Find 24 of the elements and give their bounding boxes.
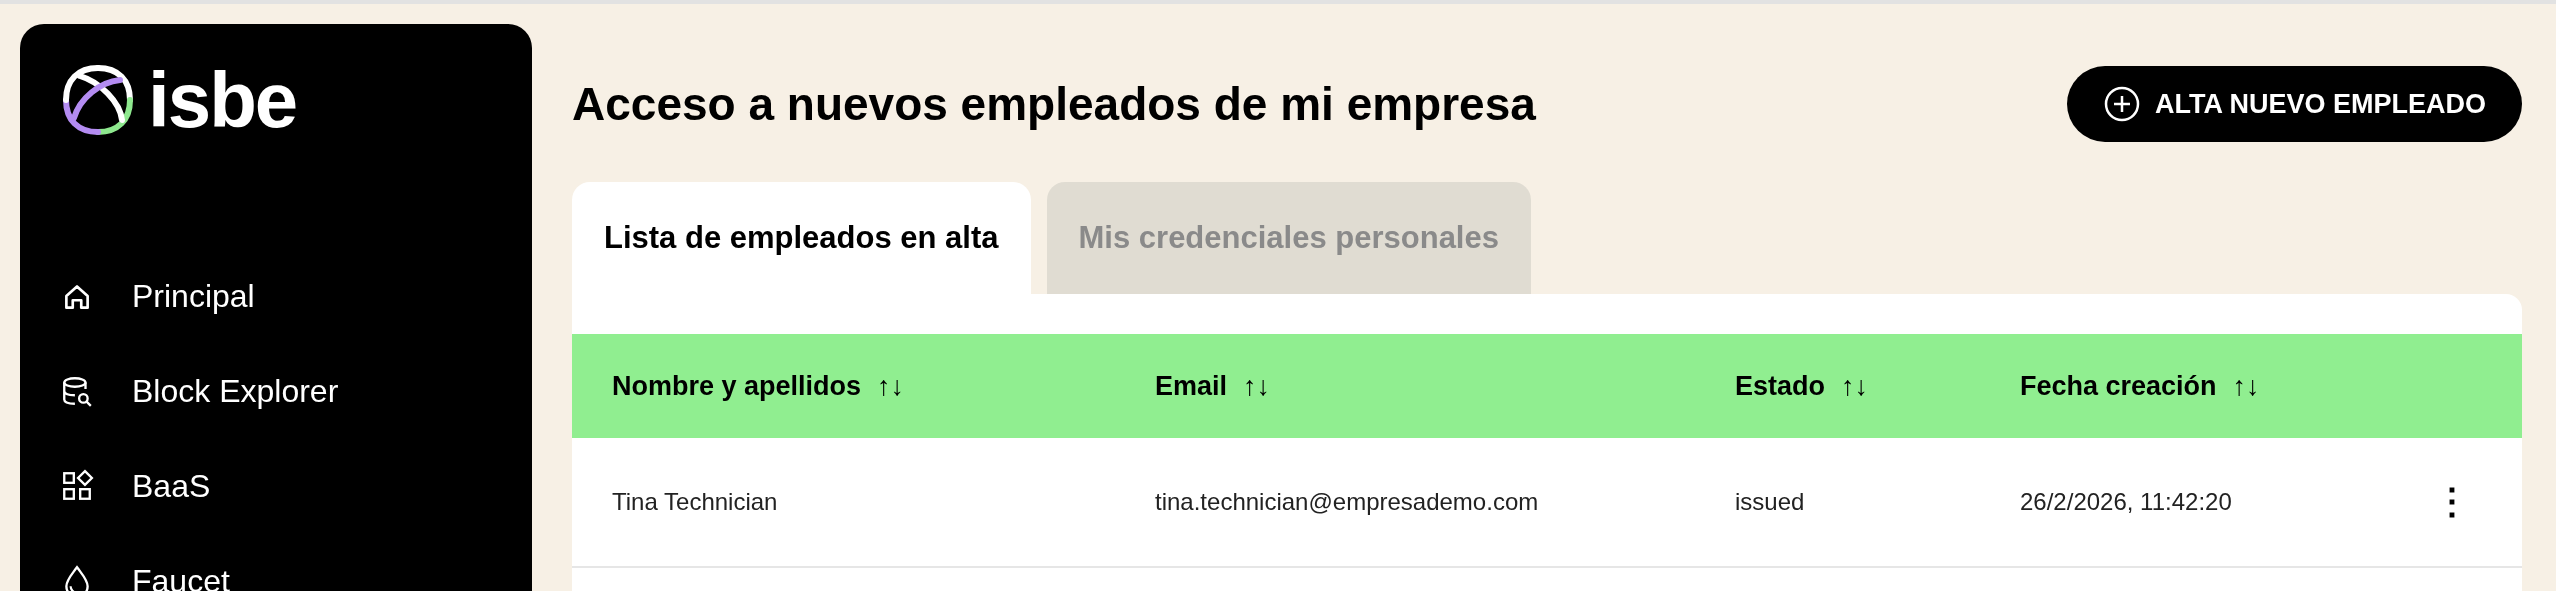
nav-item[interactable]: Faucet: [60, 533, 492, 591]
add-employee-button[interactable]: ALTA NUEVO EMPLEADO: [2067, 66, 2522, 142]
table-cell-text: issued: [1735, 487, 1806, 517]
table-cell-text: Tina Technician: [612, 487, 779, 517]
nav-item[interactable]: Block Explorer: [60, 343, 492, 438]
column-header[interactable]: Email: [1155, 365, 1228, 407]
sort-icon[interactable]: ↑↓: [877, 365, 905, 407]
tab[interactable]: Lista de empleados en alta: [572, 182, 1031, 294]
logo-icon: [60, 62, 136, 138]
logo-text: isbe: [148, 61, 297, 139]
sort-icon[interactable]: ↑↓: [1243, 365, 1271, 407]
table-cell-text: 26/2/2026, 11:42:20: [2020, 487, 2233, 517]
page-title: Acceso a nuevos empleados de mi empresa: [572, 76, 1536, 132]
column-header[interactable]: Estado: [1735, 365, 1826, 407]
sort-icon[interactable]: ↑↓: [1841, 365, 1869, 407]
column-header[interactable]: Fecha creación: [2020, 365, 2217, 407]
nav-item[interactable]: BaaS: [60, 438, 492, 533]
table-cell-text: tina.technician@empresademo.com: [1155, 487, 1540, 517]
plus-circle-icon: [2103, 85, 2141, 123]
nav-item[interactable]: Principal: [60, 248, 492, 343]
column-header[interactable]: Nombre y apellidos: [612, 365, 862, 407]
more-options-button[interactable]: ⋮: [2422, 475, 2482, 529]
apps-icon: [60, 468, 94, 503]
sort-icon[interactable]: ↑↓: [2232, 365, 2260, 407]
